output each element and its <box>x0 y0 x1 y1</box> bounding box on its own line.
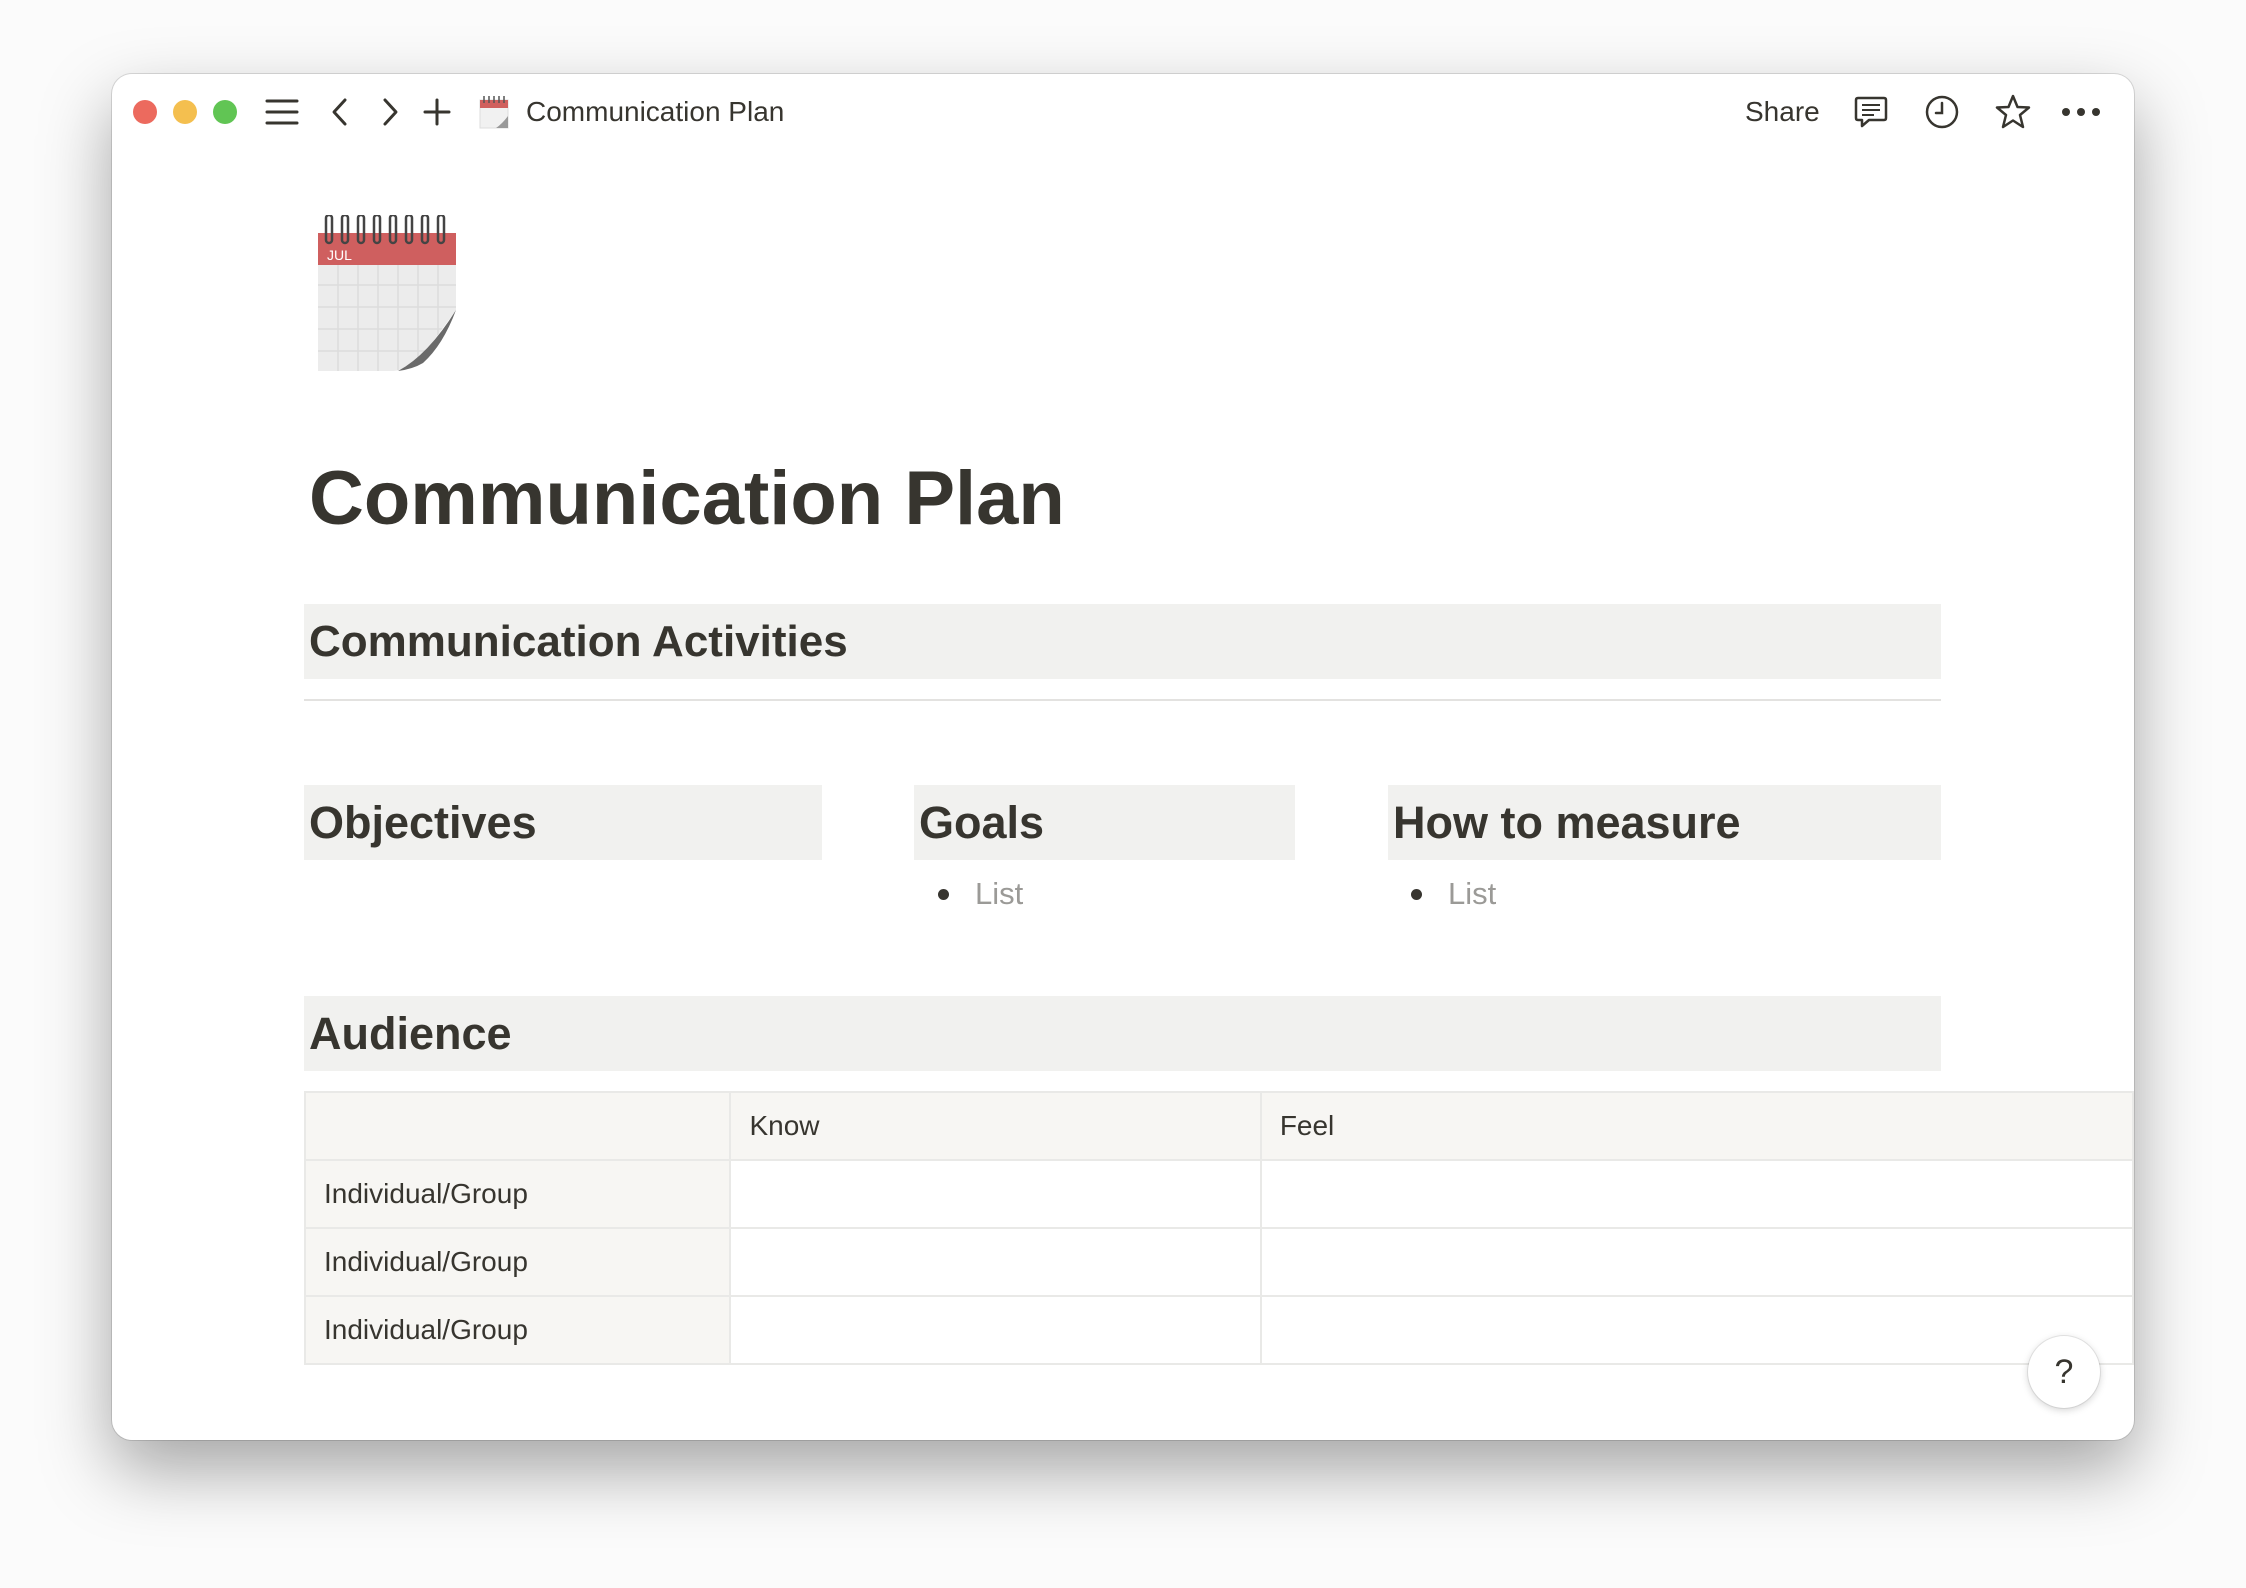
spiral-calendar-icon <box>474 92 514 132</box>
zoom-window-button[interactable] <box>213 100 237 124</box>
table-cell[interactable]: Individual/Group <box>303 1227 732 1297</box>
page-title-breadcrumb[interactable]: Communication Plan <box>526 94 784 130</box>
heading-goals[interactable]: Goals <box>914 785 1295 860</box>
table-header-cell[interactable]: Know <box>729 1091 1262 1161</box>
clock-icon[interactable] <box>1922 92 1962 132</box>
share-button[interactable]: Share <box>1745 94 1820 130</box>
table-cell[interactable] <box>1259 1159 2134 1229</box>
table-row: Individual/Group <box>303 1159 2134 1229</box>
divider <box>304 699 1941 701</box>
plus-icon[interactable] <box>417 92 457 132</box>
table-cell[interactable]: Individual/Group <box>303 1295 732 1365</box>
more-dots-icon[interactable] <box>2061 92 2101 132</box>
table-header-cell[interactable]: Feel <box>1259 1091 2134 1161</box>
heading-how-to-measure[interactable]: How to measure <box>1388 785 1941 860</box>
bullet-icon <box>938 889 949 900</box>
heading-text: Audience <box>309 1007 512 1059</box>
table-cell[interactable] <box>729 1295 1262 1365</box>
table-cell[interactable] <box>1259 1227 2134 1297</box>
table-cell[interactable]: Individual/Group <box>303 1159 732 1229</box>
comment-icon[interactable] <box>1851 92 1891 132</box>
table-cell[interactable] <box>1259 1295 2134 1365</box>
bullet-icon <box>1411 889 1422 900</box>
heading-text: Objectives <box>309 796 537 848</box>
hamburger-icon[interactable] <box>262 92 302 132</box>
heading-text: Goals <box>919 796 1045 848</box>
heading-audience[interactable]: Audience <box>304 996 1941 1071</box>
page-icon-calendar[interactable]: JUL <box>318 213 456 371</box>
table-cell[interactable] <box>729 1227 1262 1297</box>
chevron-right-icon[interactable] <box>370 92 410 132</box>
table-header-cell[interactable] <box>303 1091 732 1161</box>
minimize-window-button[interactable] <box>173 100 197 124</box>
heading-text: Communication Activities <box>309 616 848 666</box>
table-row: Individual/Group <box>303 1295 2134 1365</box>
goals-list-item[interactable]: List <box>975 874 1023 914</box>
page-title[interactable]: Communication Plan <box>309 454 1065 544</box>
table-cell[interactable] <box>729 1159 1262 1229</box>
measure-list-item[interactable]: List <box>1448 874 1496 914</box>
calendar-month-label: JUL <box>327 247 352 263</box>
table-row: Individual/Group <box>303 1227 2134 1297</box>
heading-communication-activities[interactable]: Communication Activities <box>304 604 1941 679</box>
help-button[interactable]: ? <box>2028 1336 2100 1408</box>
heading-objectives[interactable]: Objectives <box>304 785 822 860</box>
heading-text: How to measure <box>1393 796 1741 848</box>
close-window-button[interactable] <box>133 100 157 124</box>
table-header-row: Know Feel <box>303 1091 2134 1161</box>
chevron-left-icon[interactable] <box>320 92 360 132</box>
star-icon[interactable] <box>1993 92 2033 132</box>
audience-table: Know Feel Individual/Group Individual/Gr… <box>303 1091 2134 1365</box>
app-window: Communication Plan Share JUL Communicati… <box>112 74 2134 1440</box>
